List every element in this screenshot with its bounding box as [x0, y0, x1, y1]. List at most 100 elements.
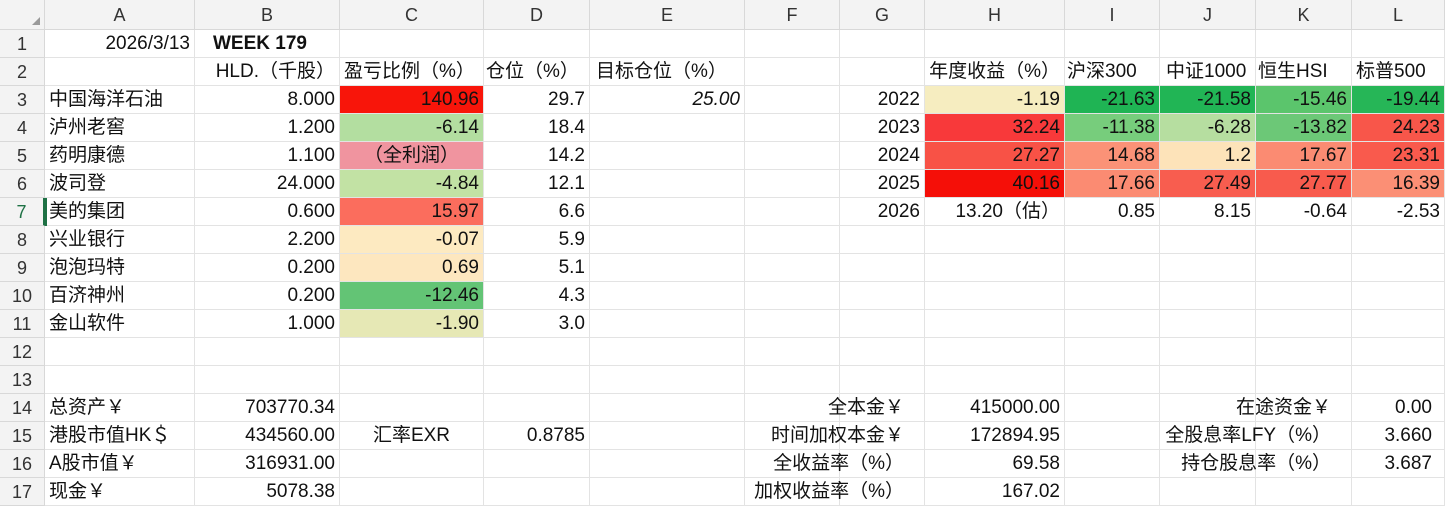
- holding-name[interactable]: 药明康德: [45, 142, 195, 170]
- grid-cell[interactable]: [745, 114, 840, 142]
- row-header-12[interactable]: 12: [0, 338, 45, 366]
- yearly-annual[interactable]: -1.19: [925, 86, 1065, 114]
- grid-cell[interactable]: [840, 310, 925, 338]
- week-cell[interactable]: WEEK 179: [195, 30, 340, 58]
- grid-cell[interactable]: [590, 478, 745, 506]
- grid-cell[interactable]: [195, 366, 340, 394]
- grid-cell[interactable]: [745, 254, 840, 282]
- grid-cell[interactable]: [590, 310, 745, 338]
- grid-cell[interactable]: [840, 282, 925, 310]
- holding-position[interactable]: 29.7: [484, 86, 590, 114]
- grid-cell[interactable]: [1352, 310, 1445, 338]
- grid-cell[interactable]: [340, 366, 484, 394]
- grid-cell[interactable]: [840, 226, 925, 254]
- yearly-zz1000[interactable]: -21.58: [1160, 86, 1256, 114]
- yearly-zz1000[interactable]: 1.2: [1160, 142, 1256, 170]
- row-header-13[interactable]: 13: [0, 366, 45, 394]
- grid-cell[interactable]: [195, 338, 340, 366]
- grid-cell[interactable]: [340, 30, 484, 58]
- grid-cell[interactable]: [1256, 226, 1352, 254]
- column-header-e[interactable]: E: [590, 0, 745, 30]
- row-header-15[interactable]: 15: [0, 422, 45, 450]
- yearly-zz1000[interactable]: -6.28: [1160, 114, 1256, 142]
- holding-name[interactable]: 波司登: [45, 170, 195, 198]
- row-header-3[interactable]: 3: [0, 86, 45, 114]
- holding-hld[interactable]: 0.200: [195, 254, 340, 282]
- grid-cell[interactable]: [745, 58, 840, 86]
- grid-cell[interactable]: [1256, 282, 1352, 310]
- row-header-9[interactable]: 9: [0, 254, 45, 282]
- grid-cell[interactable]: [484, 338, 590, 366]
- header-hsi[interactable]: 恒生HSI: [1256, 58, 1352, 86]
- header-position[interactable]: 仓位（%）: [484, 58, 590, 86]
- grid-cell[interactable]: [745, 30, 840, 58]
- grid-cell[interactable]: [1065, 282, 1160, 310]
- grid-cell[interactable]: [590, 338, 745, 366]
- grid-cell[interactable]: [1065, 254, 1160, 282]
- summary-mid-label[interactable]: 加权收益率（%）: [745, 478, 925, 506]
- column-header-b[interactable]: B: [195, 0, 340, 30]
- row-header-17[interactable]: 17: [0, 478, 45, 506]
- year-cell[interactable]: 2026: [840, 198, 925, 226]
- summary-value[interactable]: 434560.00: [195, 422, 340, 450]
- grid-cell[interactable]: [1160, 282, 1256, 310]
- grid-cell[interactable]: [840, 30, 925, 58]
- header-hld[interactable]: HLD.（千股）: [195, 58, 340, 86]
- grid-cell[interactable]: [1065, 310, 1160, 338]
- grid-cell[interactable]: [1160, 338, 1256, 366]
- grid-cell[interactable]: [840, 254, 925, 282]
- grid-cell[interactable]: [590, 422, 745, 450]
- grid-cell[interactable]: [484, 394, 590, 422]
- grid-cell[interactable]: [840, 366, 925, 394]
- grid-cell[interactable]: [1256, 30, 1352, 58]
- grid-cell[interactable]: [1256, 310, 1352, 338]
- row-header-10[interactable]: 10: [0, 282, 45, 310]
- summary-label[interactable]: A股市值￥: [45, 450, 195, 478]
- grid-cell[interactable]: [1256, 338, 1352, 366]
- grid-cell[interactable]: [1160, 478, 1256, 506]
- summary-mid-value[interactable]: 69.58: [925, 450, 1065, 478]
- row-header-7[interactable]: 7: [0, 198, 45, 226]
- header-zz1000[interactable]: 中证1000: [1160, 58, 1256, 86]
- yearly-hs300[interactable]: 0.85: [1065, 198, 1160, 226]
- grid-cell[interactable]: [590, 226, 745, 254]
- grid-cell[interactable]: [1065, 394, 1160, 422]
- yearly-hsi[interactable]: 17.67: [1256, 142, 1352, 170]
- column-header-k[interactable]: K: [1256, 0, 1352, 30]
- grid-cell[interactable]: [484, 478, 590, 506]
- yearly-sp500[interactable]: -2.53: [1352, 198, 1445, 226]
- row-header-11[interactable]: 11: [0, 310, 45, 338]
- summary-mid-value[interactable]: 415000.00: [925, 394, 1065, 422]
- grid-cell[interactable]: [1352, 254, 1445, 282]
- yearly-zz1000[interactable]: 27.49: [1160, 170, 1256, 198]
- grid-cell[interactable]: [1352, 282, 1445, 310]
- holding-hld[interactable]: 1.200: [195, 114, 340, 142]
- holding-hld[interactable]: 2.200: [195, 226, 340, 254]
- date-cell[interactable]: 2026/3/13: [45, 30, 195, 58]
- row-header-5[interactable]: 5: [0, 142, 45, 170]
- grid-cell[interactable]: [590, 254, 745, 282]
- holding-hld[interactable]: 0.200: [195, 282, 340, 310]
- holding-pnl[interactable]: 15.97: [340, 198, 484, 226]
- grid-cell[interactable]: [1256, 254, 1352, 282]
- holding-pnl[interactable]: -0.07: [340, 226, 484, 254]
- holding-pnl[interactable]: （全利润）: [340, 142, 484, 170]
- summary-label[interactable]: 港股市值HK＄: [45, 422, 195, 450]
- yearly-sp500[interactable]: -19.44: [1352, 86, 1445, 114]
- holding-pnl[interactable]: 0.69: [340, 254, 484, 282]
- grid-cell[interactable]: [745, 226, 840, 254]
- grid-cell[interactable]: [840, 58, 925, 86]
- summary-right-label[interactable]: 全股息率LFY（%）: [1160, 422, 1352, 450]
- yearly-annual[interactable]: 32.24: [925, 114, 1065, 142]
- yearly-annual[interactable]: 40.16: [925, 170, 1065, 198]
- column-header-c[interactable]: C: [340, 0, 484, 30]
- summary-right-value[interactable]: 0.00: [1352, 394, 1445, 422]
- grid-cell[interactable]: [45, 366, 195, 394]
- holding-name[interactable]: 金山软件: [45, 310, 195, 338]
- grid-cell[interactable]: [1065, 450, 1160, 478]
- grid-cell[interactable]: [1160, 30, 1256, 58]
- grid-cell[interactable]: [925, 366, 1065, 394]
- yearly-hsi[interactable]: -0.64: [1256, 198, 1352, 226]
- header-annual[interactable]: 年度收益（%）: [925, 58, 1065, 86]
- grid-cell[interactable]: [925, 338, 1065, 366]
